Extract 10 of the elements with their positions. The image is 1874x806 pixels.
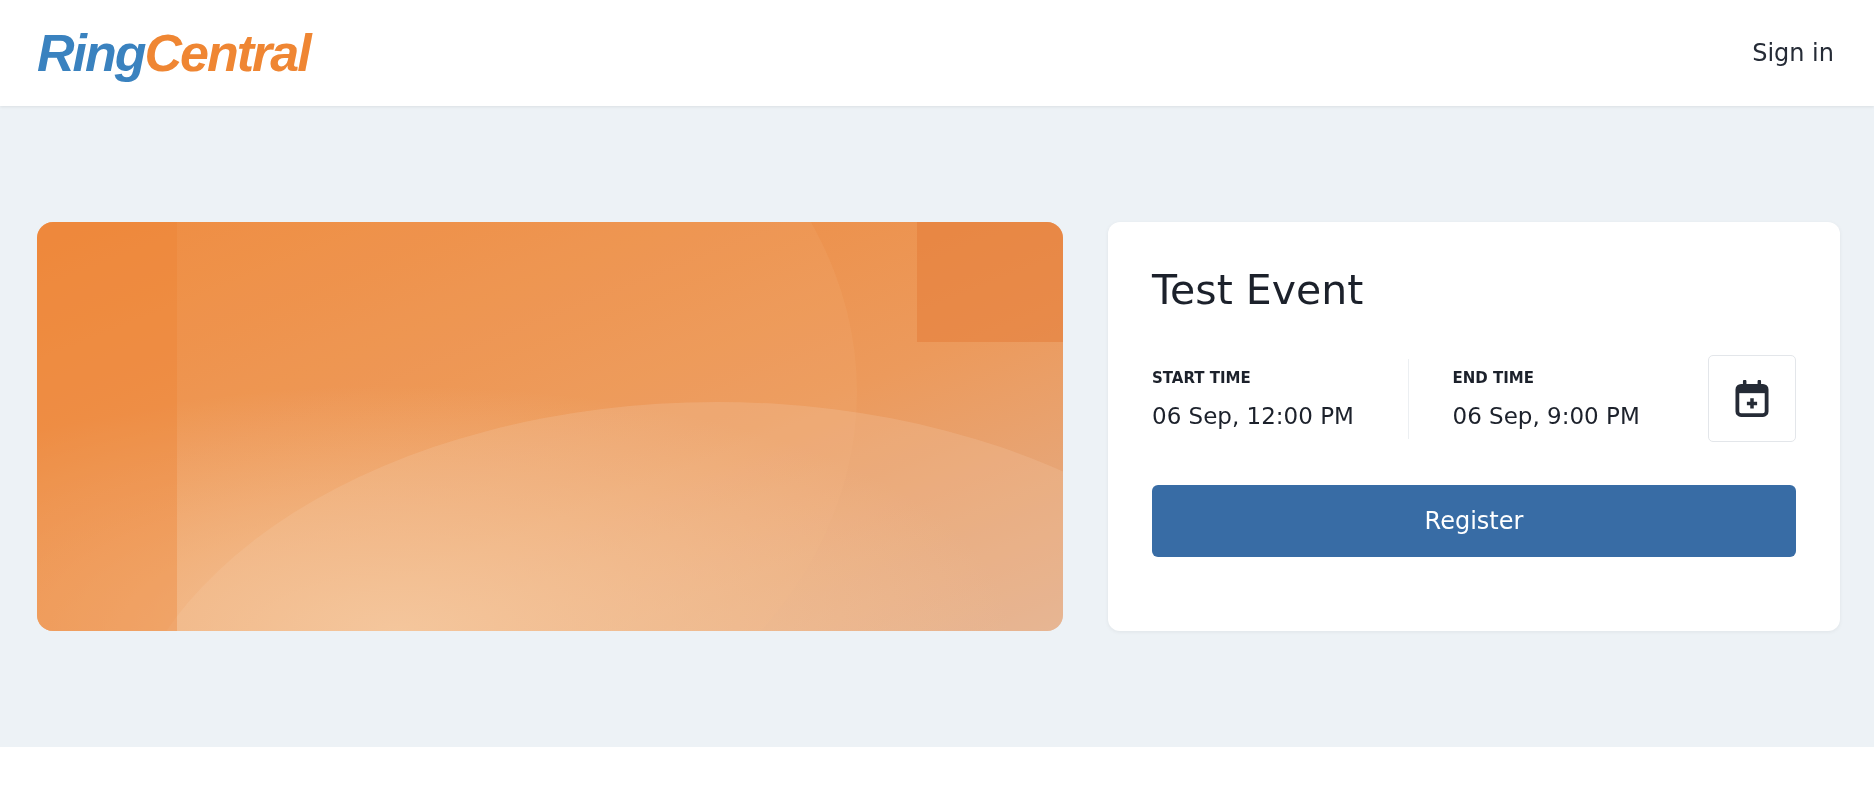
event-title: Test Event <box>1152 266 1365 316</box>
logo-text: Central <box>144 27 310 79</box>
add-to-calendar-button[interactable] <box>1708 355 1796 443</box>
time-label: END TIME <box>1452 368 1535 387</box>
calendar-plus-icon <box>1734 379 1770 418</box>
register-button[interactable]: Register <box>1152 485 1796 558</box>
time-label: START TIME <box>1152 368 1252 387</box>
sign-in-link[interactable]: Sign in <box>1752 39 1834 67</box>
time-value: 06 Sep, 12:00 PM <box>1152 402 1355 429</box>
time-value: 06 Sep, 9:00 PM <box>1452 402 1641 429</box>
